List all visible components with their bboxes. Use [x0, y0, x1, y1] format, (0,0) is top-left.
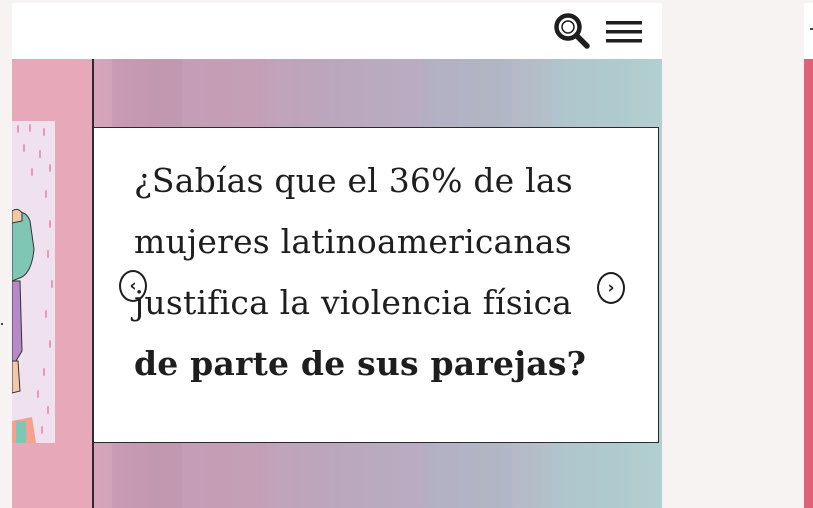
site-header	[12, 3, 662, 59]
quote-line: ¿Sabías que el 36% de las	[134, 161, 573, 200]
quote-card: ¿Sabías que el 36% de las mujeres latino…	[93, 127, 659, 443]
carousel-next-button[interactable]: ›	[597, 272, 625, 304]
quote-line-bold: de parte de sus parejas?	[134, 344, 587, 383]
hamburger-menu-icon[interactable]	[605, 19, 643, 45]
edge-mark	[1, 323, 3, 325]
quote-text: ¿Sabías que el 36% de las mujeres latino…	[134, 150, 634, 394]
next-panel-accent	[804, 59, 813, 508]
search-icon[interactable]	[553, 12, 591, 50]
illustration-woman	[12, 121, 55, 443]
quote-line: mujeres latinoamericanas	[134, 222, 572, 261]
quote-line: justifica la violencia física	[134, 283, 573, 322]
carousel-prev-button[interactable]: ‹	[119, 270, 147, 302]
chevron-right-icon: ›	[607, 278, 615, 298]
hero-carousel: ¿Sabías que el 36% de las mujeres latino…	[12, 59, 662, 508]
chevron-left-icon: ‹	[129, 276, 137, 296]
